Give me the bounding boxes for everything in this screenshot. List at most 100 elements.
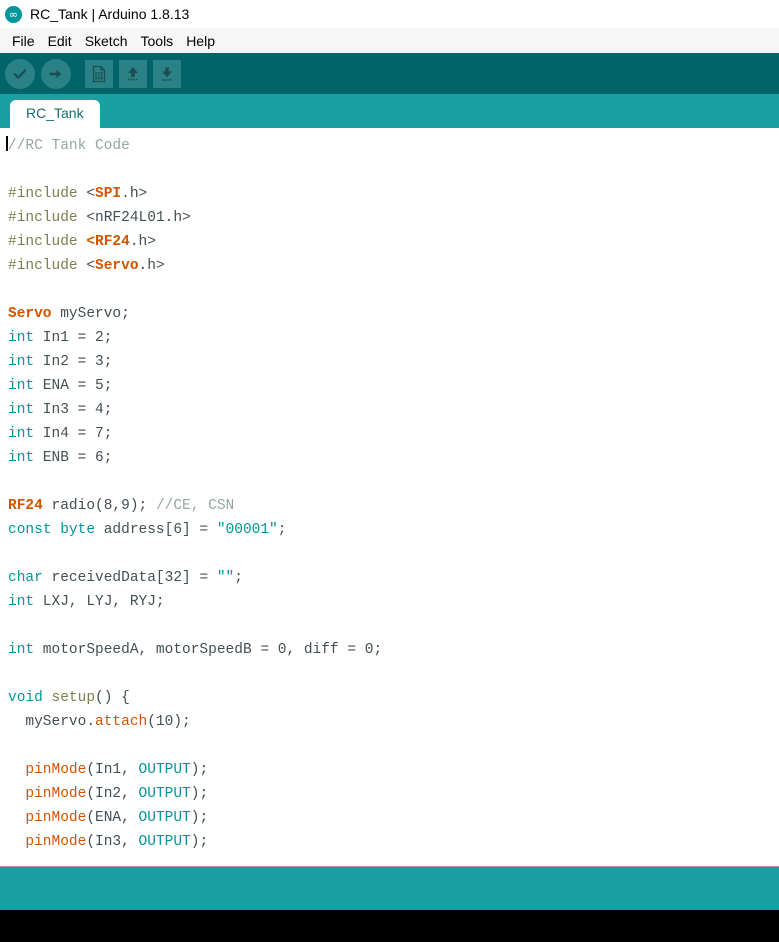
code-line: int In3 = 4; bbox=[8, 398, 779, 422]
code-token: //RC Tank Code bbox=[8, 138, 130, 154]
code-token: motorSpeedA, motorSpeedB = 0, diff = 0; bbox=[34, 642, 382, 658]
code-line: #include <Servo.h> bbox=[8, 254, 779, 278]
code-line: pinMode(ENA, OUTPUT); bbox=[8, 806, 779, 830]
code-line: pinMode(In3, OUTPUT); bbox=[8, 830, 779, 854]
code-token: <nRF24L01.h> bbox=[86, 210, 190, 226]
down-arrow-icon bbox=[158, 65, 176, 83]
code-token: ); bbox=[191, 834, 208, 850]
code-line: #include <nRF24L01.h> bbox=[8, 206, 779, 230]
code-token bbox=[8, 834, 25, 850]
code-line: int In2 = 3; bbox=[8, 350, 779, 374]
arduino-ide-window: ∞ RC_Tank | Arduino 1.8.13 File Edit Ske… bbox=[0, 0, 779, 942]
code-token bbox=[8, 762, 25, 778]
code-token: radio(8,9); bbox=[43, 498, 156, 514]
code-token: ENB = 6; bbox=[34, 450, 112, 466]
code-token: int bbox=[8, 354, 34, 370]
code-token: .h> bbox=[121, 186, 147, 202]
code-line: RF24 radio(8,9); //CE, CSN bbox=[8, 494, 779, 518]
code-token: int bbox=[8, 402, 34, 418]
code-token: //CE, CSN bbox=[156, 498, 234, 514]
code-token: myServo; bbox=[52, 306, 130, 322]
code-token: setup bbox=[52, 690, 96, 706]
menu-item-file[interactable]: File bbox=[6, 31, 42, 51]
code-line bbox=[8, 470, 779, 494]
code-token: .h> bbox=[130, 234, 156, 250]
code-token: ; bbox=[278, 522, 287, 538]
checkmark-icon bbox=[11, 65, 29, 83]
code-line: int ENB = 6; bbox=[8, 446, 779, 470]
code-token: In2 = 3; bbox=[34, 354, 112, 370]
code-token: pinMode bbox=[25, 834, 86, 850]
code-token: ); bbox=[191, 786, 208, 802]
menu-item-tools[interactable]: Tools bbox=[135, 31, 181, 51]
arduino-infinity-icon: ∞ bbox=[5, 6, 22, 23]
verify-button[interactable] bbox=[5, 59, 35, 89]
console-output[interactable] bbox=[0, 910, 779, 942]
code-token: In1 = 2; bbox=[34, 330, 112, 346]
code-token: void bbox=[8, 690, 43, 706]
right-arrow-icon bbox=[47, 65, 65, 83]
code-line: //RC Tank Code bbox=[8, 134, 779, 158]
code-token: int bbox=[8, 426, 34, 442]
code-token: address[6] = bbox=[95, 522, 217, 538]
menu-item-edit[interactable]: Edit bbox=[42, 31, 79, 51]
open-button[interactable] bbox=[119, 60, 147, 88]
code-editor[interactable]: //RC Tank Code #include <SPI.h>#include … bbox=[0, 128, 779, 867]
code-line: myServo.attach(10); bbox=[8, 710, 779, 734]
code-token: .h> bbox=[139, 258, 165, 274]
code-token: int bbox=[8, 642, 34, 658]
new-document-icon bbox=[90, 65, 108, 83]
code-token: OUTPUT bbox=[139, 810, 191, 826]
title-bar: ∞ RC_Tank | Arduino 1.8.13 bbox=[0, 0, 779, 28]
code-token: SPI bbox=[95, 186, 121, 202]
tab-rc-tank[interactable]: RC_Tank bbox=[10, 100, 100, 128]
code-token: RF24 bbox=[8, 498, 43, 514]
code-line: Servo myServo; bbox=[8, 302, 779, 326]
save-button[interactable] bbox=[153, 60, 181, 88]
code-token: #include bbox=[8, 186, 86, 202]
code-token: (10); bbox=[147, 714, 191, 730]
code-line: int ENA = 5; bbox=[8, 374, 779, 398]
menu-item-sketch[interactable]: Sketch bbox=[79, 31, 135, 51]
code-token: pinMode bbox=[25, 762, 86, 778]
code-line bbox=[8, 542, 779, 566]
code-line: char receivedData[32] = ""; bbox=[8, 566, 779, 590]
code-line bbox=[8, 278, 779, 302]
menu-item-help[interactable]: Help bbox=[180, 31, 222, 51]
upload-button[interactable] bbox=[41, 59, 71, 89]
code-line: #include <SPI.h> bbox=[8, 182, 779, 206]
code-token: #include bbox=[8, 234, 86, 250]
code-token: (ENA, bbox=[86, 810, 138, 826]
code-content: //RC Tank Code #include <SPI.h>#include … bbox=[0, 134, 779, 854]
new-button[interactable] bbox=[85, 60, 113, 88]
code-line: void setup() { bbox=[8, 686, 779, 710]
code-token: ); bbox=[191, 810, 208, 826]
code-token: int bbox=[8, 378, 34, 394]
code-token: ; bbox=[234, 570, 243, 586]
code-token: pinMode bbox=[25, 786, 86, 802]
code-token: < bbox=[86, 258, 95, 274]
code-token: attach bbox=[95, 714, 147, 730]
code-line: int motorSpeedA, motorSpeedB = 0, diff =… bbox=[8, 638, 779, 662]
code-token: (In2, bbox=[86, 786, 138, 802]
code-token: ENA = 5; bbox=[34, 378, 112, 394]
code-token: "00001" bbox=[217, 522, 278, 538]
arduino-infinity-glyph: ∞ bbox=[5, 6, 22, 23]
code-token: () { bbox=[95, 690, 130, 706]
code-token: myServo. bbox=[8, 714, 95, 730]
code-token: (In1, bbox=[86, 762, 138, 778]
code-token: char bbox=[8, 570, 43, 586]
code-line bbox=[8, 662, 779, 686]
code-token: (In3, bbox=[86, 834, 138, 850]
code-line: const byte address[6] = "00001"; bbox=[8, 518, 779, 542]
toolbar bbox=[0, 53, 779, 94]
code-token: OUTPUT bbox=[139, 834, 191, 850]
code-token: "" bbox=[217, 570, 234, 586]
code-token: <RF24 bbox=[86, 234, 130, 250]
code-line: pinMode(In2, OUTPUT); bbox=[8, 782, 779, 806]
code-token: Servo bbox=[95, 258, 139, 274]
code-token bbox=[43, 690, 52, 706]
code-token bbox=[8, 786, 25, 802]
tab-bar: RC_Tank bbox=[0, 94, 779, 128]
code-token: OUTPUT bbox=[139, 762, 191, 778]
